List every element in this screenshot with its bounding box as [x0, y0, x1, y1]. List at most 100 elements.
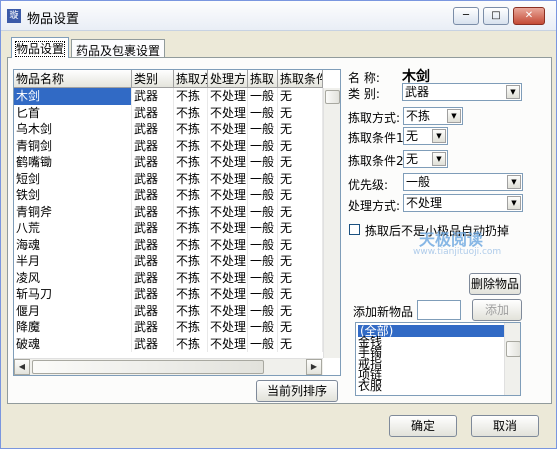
cell-priority: 一般 — [248, 170, 278, 187]
title-bar[interactable]: 璇 物品设置 ─ □ ✕ — [1, 1, 556, 31]
table-vertical-scrollbar[interactable] — [323, 88, 340, 358]
table-row[interactable]: 鹤嘴锄 武器 不拣 不处理 一般无 — [14, 154, 323, 171]
pickup-method-select[interactable]: 不拣 ▼ — [403, 107, 463, 125]
table-row[interactable]: 青铜斧 武器 不拣 不处理 一般无 — [14, 203, 323, 220]
table-horizontal-scrollbar[interactable]: ◀ ▶ — [14, 358, 323, 375]
table-row[interactable]: 短剑 武器 不拣 不处理 一般无 — [14, 170, 323, 187]
cell-category: 武器 — [132, 253, 174, 270]
new-item-input[interactable] — [417, 300, 461, 320]
table-row[interactable]: 木剑 武器 不拣 不处理 一般无 — [14, 88, 323, 105]
table-row[interactable]: 半月 武器 不拣 不处理 一般无 — [14, 253, 323, 270]
cell-category: 武器 — [132, 269, 174, 286]
table-row[interactable]: 斩马刀 武器 不拣 不处理 一般无 — [14, 286, 323, 303]
cell-handle: 不处理 — [210, 88, 248, 105]
table-row[interactable]: 八荒 武器 不拣 不处理 一般无 — [14, 220, 323, 237]
table-row[interactable]: 降魔 武器 不拣 不处理 一般无 — [14, 319, 323, 336]
cell-category: 武器 — [132, 319, 174, 336]
maximize-button[interactable]: □ — [483, 7, 509, 25]
table-row[interactable]: 破魂 武器 不拣 不处理 一般无 — [14, 335, 323, 352]
cell-handle: 不处理 — [210, 236, 248, 253]
sort-current-column-button[interactable]: 当前列排序 — [256, 380, 338, 402]
column-header-name[interactable]: 物品名称 — [14, 70, 132, 88]
scrollbar-thumb[interactable] — [325, 90, 340, 104]
table-row[interactable]: 乌木剑 武器 不拣 不处理 一般无 — [14, 121, 323, 138]
cell-condition: 无 — [278, 253, 323, 270]
cell-condition: 无 — [278, 286, 323, 303]
item-table[interactable]: 物品名称 类别 拣取方 处理方 拣取 拣取条件 木剑武器不拣不处理一般无匕首武器… — [13, 69, 341, 376]
condition2-label: 拣取条件2 — [348, 154, 404, 168]
table-row[interactable]: 偃月 武器 不拣 不处理 一般无 — [14, 302, 323, 319]
ok-button[interactable]: 确定 — [389, 415, 457, 437]
column-header-priority[interactable]: 拣取 — [248, 70, 278, 88]
cell-handle: 不处理 — [210, 170, 248, 187]
cell-name: 铁剑 — [14, 187, 132, 204]
cell-category: 武器 — [132, 220, 174, 237]
auto-drop-checkbox[interactable] — [349, 224, 360, 235]
condition1-value: 无 — [406, 129, 419, 143]
chevron-down-icon[interactable]: ▼ — [432, 152, 446, 166]
table-row[interactable]: 铁剑 武器 不拣 不处理 一般无 — [14, 187, 323, 204]
table-row[interactable]: 匕首 武器 不拣 不处理 一般无 — [14, 104, 323, 121]
chevron-down-icon[interactable]: ▼ — [507, 175, 521, 189]
cell-priority: 一般 — [248, 286, 278, 303]
cell-priority: 一般 — [248, 319, 278, 336]
category-list[interactable]: (全部) 金钱 手镯 戒指 项链 衣服 — [355, 322, 521, 396]
cell-handle: 不处理 — [210, 187, 248, 204]
add-item-button[interactable]: 添加 — [472, 299, 522, 321]
column-header-condition[interactable]: 拣取条件 — [278, 70, 323, 88]
cell-name: 偃月 — [14, 302, 132, 319]
condition1-select[interactable]: 无 ▼ — [403, 127, 448, 145]
scrollbar-thumb[interactable] — [506, 341, 520, 357]
dialog-window: 璇 物品设置 ─ □ ✕ 物品设置 药品及包裹设置 物品名称 类别 拣取方 处理… — [0, 0, 557, 449]
cell-priority: 一般 — [248, 88, 278, 105]
table-row[interactable]: 凌风 武器 不拣 不处理 一般无 — [14, 269, 323, 286]
priority-value: 一般 — [406, 175, 431, 189]
cell-condition: 无 — [278, 335, 323, 352]
cell-pickup: 不拣 — [174, 236, 208, 253]
chevron-down-icon[interactable]: ▼ — [507, 196, 521, 210]
cell-handle: 不处理 — [210, 104, 248, 121]
cell-category: 武器 — [132, 88, 174, 105]
tab-medicine-package-settings[interactable]: 药品及包裹设置 — [71, 39, 166, 58]
table-row[interactable]: 青铜剑 武器 不拣 不处理 一般无 — [14, 137, 323, 154]
list-item[interactable]: 衣服 — [358, 380, 382, 392]
cell-priority: 一般 — [248, 335, 278, 352]
cell-category: 武器 — [132, 187, 174, 204]
cell-pickup: 不拣 — [174, 220, 208, 237]
cell-pickup: 不拣 — [174, 88, 208, 105]
table-row[interactable]: 海魂 武器 不拣 不处理 一般无 — [14, 236, 323, 253]
category-select[interactable]: 武器 ▼ — [402, 83, 522, 101]
cell-name: 匕首 — [14, 104, 132, 121]
cell-name: 鹤嘴锄 — [14, 154, 132, 171]
cell-condition: 无 — [278, 203, 323, 220]
chevron-down-icon[interactable]: ▼ — [432, 129, 446, 143]
category-list-scrollbar[interactable] — [504, 323, 520, 395]
cell-name: 短剑 — [14, 170, 132, 187]
column-header-pickup[interactable]: 拣取方 — [174, 70, 208, 88]
cell-category: 武器 — [132, 335, 174, 352]
scroll-right-icon[interactable]: ▶ — [306, 359, 322, 375]
cell-category: 武器 — [132, 203, 174, 220]
column-header-handle[interactable]: 处理方 — [208, 70, 248, 88]
cell-handle: 不处理 — [210, 253, 248, 270]
cell-priority: 一般 — [248, 269, 278, 286]
cell-handle: 不处理 — [210, 302, 248, 319]
scrollbar-thumb[interactable] — [32, 360, 264, 374]
handle-method-select[interactable]: 不处理 ▼ — [403, 194, 523, 212]
chevron-down-icon[interactable]: ▼ — [447, 109, 461, 123]
add-new-item-label: 添加新物品 — [353, 305, 414, 319]
cancel-button[interactable]: 取消 — [471, 415, 539, 437]
close-button[interactable]: ✕ — [513, 7, 545, 25]
cell-category: 武器 — [132, 302, 174, 319]
handle-method-label: 处理方式: — [348, 199, 401, 213]
cell-category: 武器 — [132, 170, 174, 187]
chevron-down-icon[interactable]: ▼ — [506, 85, 520, 99]
tab-item-settings[interactable]: 物品设置 — [11, 37, 70, 58]
priority-select[interactable]: 一般 ▼ — [403, 173, 523, 191]
column-header-category[interactable]: 类别 — [132, 70, 174, 88]
delete-item-button[interactable]: 删除物品 — [469, 273, 521, 295]
condition2-select[interactable]: 无 ▼ — [403, 150, 448, 168]
minimize-button[interactable]: ─ — [453, 7, 479, 25]
scroll-left-icon[interactable]: ◀ — [14, 359, 30, 375]
cell-pickup: 不拣 — [174, 170, 208, 187]
